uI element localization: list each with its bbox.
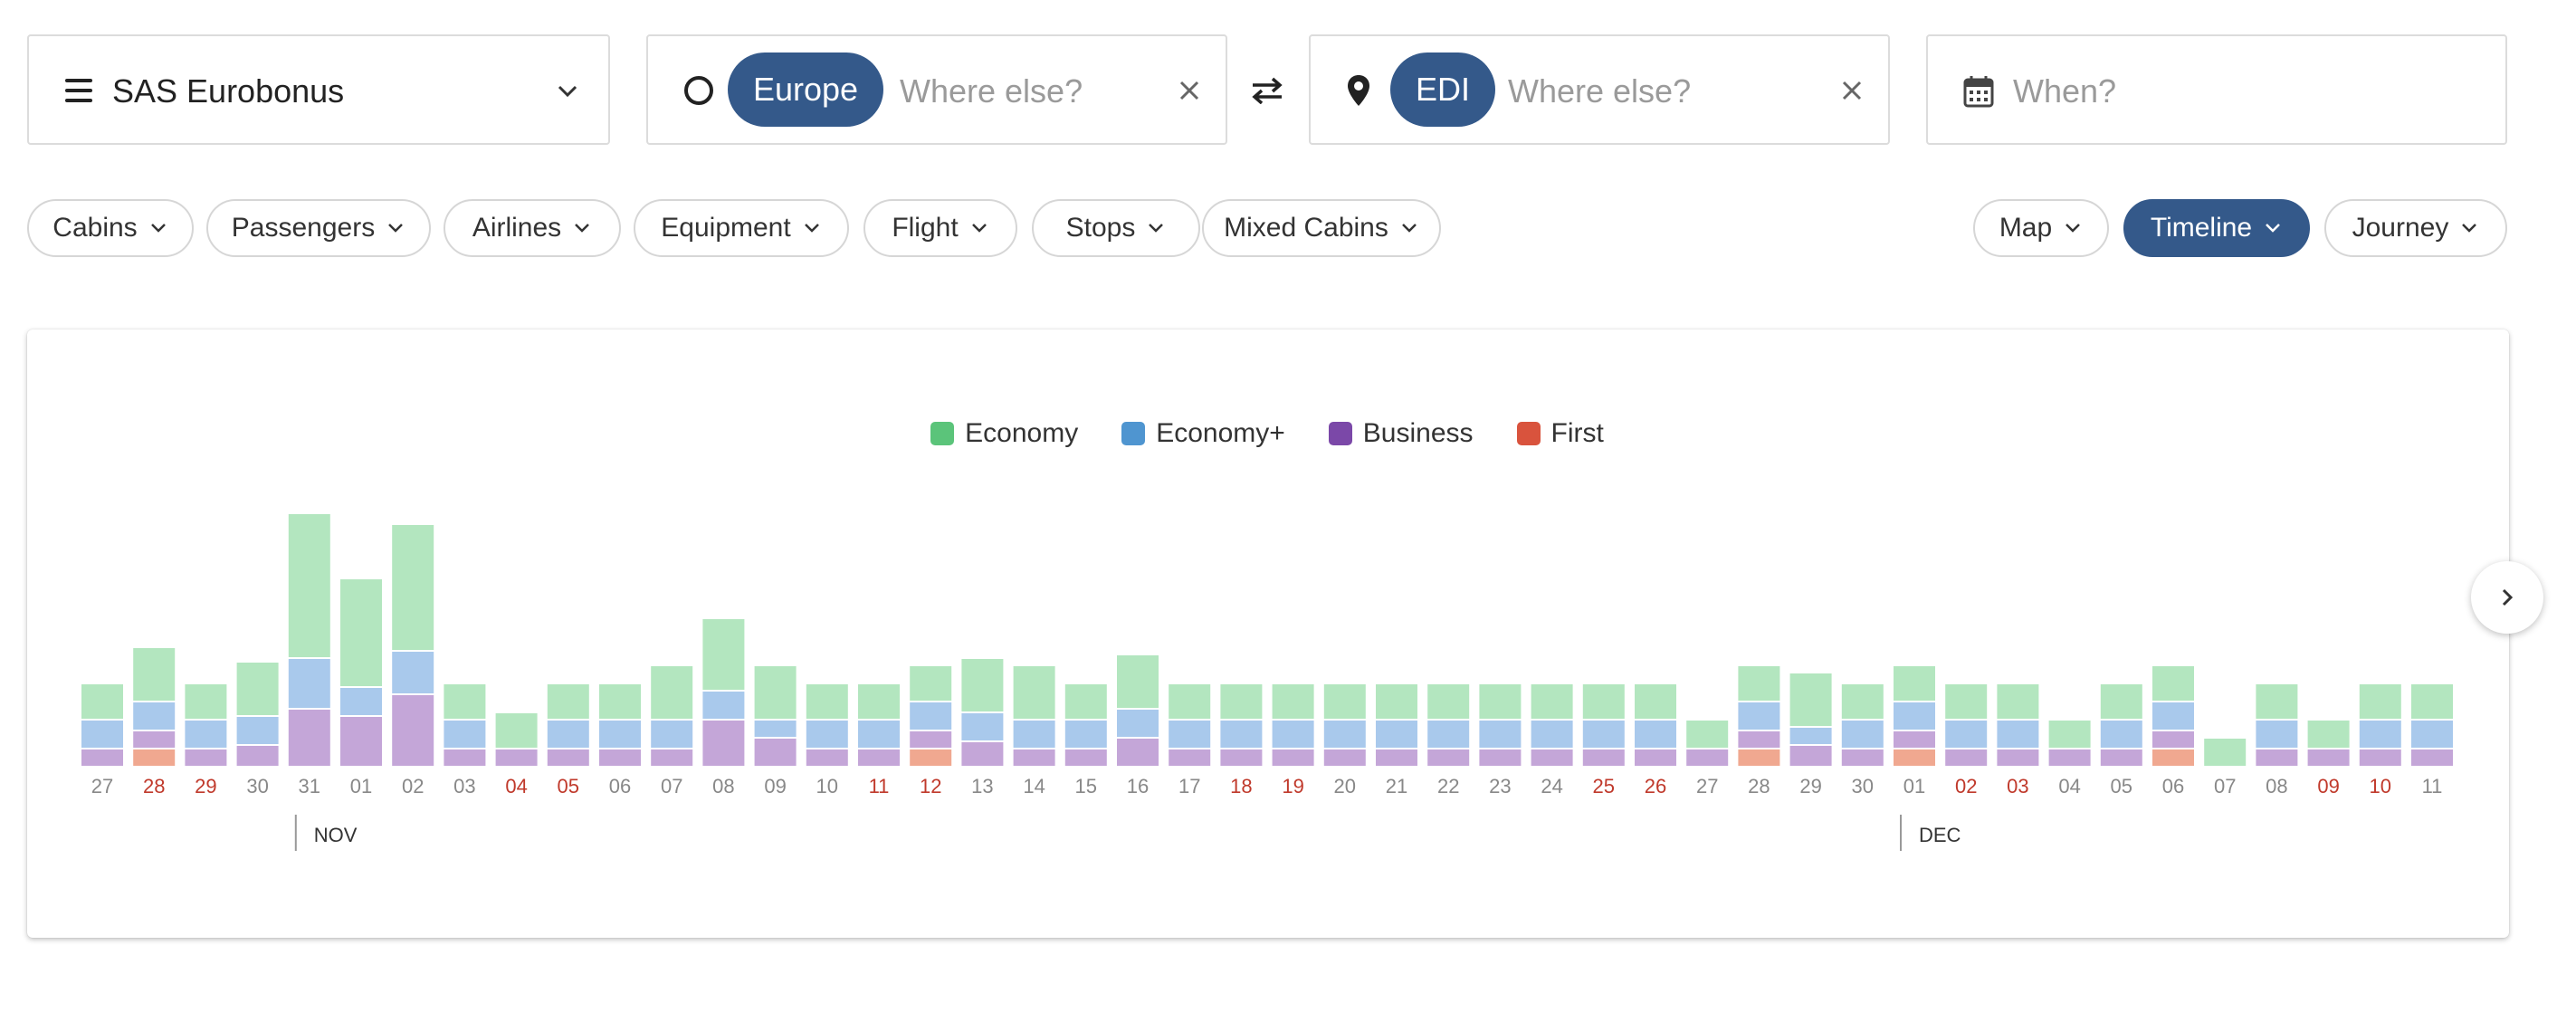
chevron-down-icon bbox=[2266, 224, 2281, 233]
legend-economy[interactable]: Economy bbox=[930, 418, 1078, 449]
next-page-button[interactable] bbox=[2471, 561, 2543, 634]
filter-label: Mixed Cabins bbox=[1224, 213, 1388, 243]
program-label: SAS Eurobonus bbox=[112, 72, 345, 110]
program-select[interactable]: SAS Eurobonus bbox=[27, 34, 610, 145]
chevron-down-icon bbox=[2066, 224, 2081, 233]
legend-label: Business bbox=[1362, 418, 1474, 448]
filter-label: Cabins bbox=[52, 213, 138, 243]
origin-circle-icon bbox=[682, 74, 715, 107]
filter-mixed-cabins[interactable]: Mixed Cabins bbox=[1202, 199, 1441, 257]
legend-first[interactable]: First bbox=[1516, 418, 1604, 449]
map-pin-icon bbox=[1345, 72, 1372, 109]
clear-destination-icon[interactable] bbox=[1839, 78, 1865, 103]
legend-swatch bbox=[1121, 422, 1146, 445]
chevron-down-icon bbox=[150, 224, 166, 233]
origin-field[interactable]: Europe Where else? bbox=[646, 34, 1227, 145]
legend-business[interactable]: Business bbox=[1328, 418, 1474, 449]
chevron-down-icon bbox=[1149, 224, 1164, 233]
filter-label: Equipment bbox=[661, 213, 791, 243]
origin-input[interactable]: Where else? bbox=[900, 72, 1083, 110]
filter-label: Flight bbox=[892, 213, 959, 243]
chevron-down-icon bbox=[575, 224, 590, 233]
legend-label: First bbox=[1550, 418, 1604, 448]
filter-passengers[interactable]: Passengers bbox=[206, 199, 431, 257]
chart-legend: Economy Economy+ Business First bbox=[0, 418, 2534, 449]
view-map[interactable]: Map bbox=[1973, 199, 2109, 257]
chevron-right-icon bbox=[2502, 588, 2514, 606]
chevron-down-icon bbox=[804, 224, 819, 233]
view-label: Map bbox=[1999, 213, 2053, 243]
filter-stops[interactable]: Stops bbox=[1032, 199, 1200, 257]
view-label: Timeline bbox=[2150, 213, 2253, 243]
chevron-down-icon bbox=[556, 80, 579, 103]
legend-economy-plus[interactable]: Economy+ bbox=[1121, 418, 1285, 449]
chevron-down-icon bbox=[388, 224, 404, 233]
destination-chip[interactable]: EDI bbox=[1390, 53, 1495, 127]
menu-icon bbox=[63, 75, 94, 106]
filter-cabins[interactable]: Cabins bbox=[27, 199, 194, 257]
legend-label: Economy bbox=[965, 418, 1079, 448]
legend-label: Economy+ bbox=[1156, 418, 1285, 448]
destination-input[interactable]: Where else? bbox=[1508, 72, 1691, 110]
date-input[interactable]: When? bbox=[2013, 72, 2116, 110]
filter-label: Airlines bbox=[472, 213, 562, 243]
view-journey[interactable]: Journey bbox=[2324, 199, 2507, 257]
legend-swatch bbox=[1516, 422, 1541, 445]
legend-swatch bbox=[1328, 422, 1352, 445]
legend-swatch bbox=[930, 422, 955, 445]
calendar-icon bbox=[1962, 74, 1995, 109]
date-field[interactable]: When? bbox=[1926, 34, 2507, 145]
filter-equipment[interactable]: Equipment bbox=[634, 199, 849, 257]
view-label: Journey bbox=[2352, 213, 2449, 243]
filter-label: Passengers bbox=[231, 213, 376, 243]
filter-flight[interactable]: Flight bbox=[863, 199, 1017, 257]
filter-airlines[interactable]: Airlines bbox=[444, 199, 621, 257]
chevron-down-icon bbox=[1401, 224, 1417, 233]
chevron-down-icon bbox=[971, 224, 987, 233]
destination-field[interactable]: EDI Where else? bbox=[1309, 34, 1890, 145]
view-timeline[interactable]: Timeline bbox=[2123, 199, 2310, 257]
clear-origin-icon[interactable] bbox=[1177, 78, 1202, 103]
filter-label: Stops bbox=[1065, 213, 1136, 243]
swap-icon[interactable] bbox=[1249, 72, 1285, 109]
chevron-down-icon bbox=[2462, 224, 2477, 233]
origin-chip[interactable]: Europe bbox=[728, 53, 883, 127]
